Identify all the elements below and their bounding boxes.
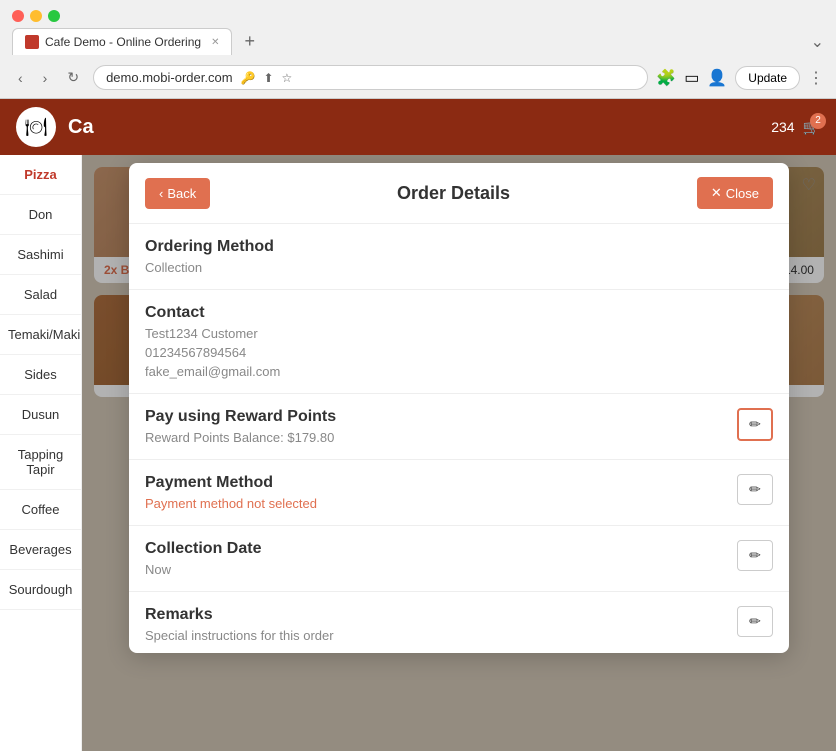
contact-email: fake_email@gmail.com [145, 364, 773, 379]
sidebar-item-pizza[interactable]: Pizza [0, 155, 81, 195]
main-area: Pizza Don Sashimi Salad Temaki/Maki Side… [0, 155, 836, 751]
url-text: demo.mobi-order.com [106, 70, 232, 85]
contact-label: Contact [145, 304, 773, 322]
sidebar-item-beverages[interactable]: Beverages [0, 530, 81, 570]
sidebar-item-tapping-tapir[interactable]: Tapping Tapir [0, 435, 81, 490]
new-tab-button[interactable]: + [238, 31, 261, 52]
header-logo: 🍽 [16, 107, 56, 147]
collection-date-left: Collection Date Now [145, 540, 737, 577]
app: 🍽 Ca 234 🛒 2 Pizza Don Sashimi Salad [0, 99, 836, 751]
minimize-window-button[interactable] [30, 10, 42, 22]
sidebar-icon: ▭ [684, 68, 699, 88]
browser-menu-button[interactable]: ⋮ [808, 68, 824, 88]
payment-method-left: Payment Method Payment method not select… [145, 474, 737, 511]
content-area: 2x Beef Pepperoni $14.00 Chicken Ham $14… [82, 155, 836, 751]
url-icons: 🔑 ⬆ ☆ [241, 71, 293, 85]
order-details-modal: ‹ Back Order Details ✕ Close [129, 163, 789, 653]
bookmark-icon: ☆ [282, 71, 293, 85]
tab-favicon [25, 35, 39, 49]
reward-points-label: Pay using Reward Points [145, 408, 737, 426]
remarks-edit-button[interactable]: ✏ [737, 606, 773, 637]
cart-badge: 2 [810, 113, 826, 129]
tab-menu-button[interactable]: ⌄ [811, 32, 824, 52]
contact-name: Test1234 Customer [145, 326, 773, 341]
remarks-row: Remarks Special instructions for this or… [129, 592, 789, 653]
ordering-method-label: Ordering Method [145, 238, 773, 256]
modal-overlay: ‹ Back Order Details ✕ Close [82, 155, 836, 751]
payment-method-edit-button[interactable]: ✏ [737, 474, 773, 505]
sidebar-item-don[interactable]: Don [0, 195, 81, 235]
modal-header: ‹ Back Order Details ✕ Close [129, 163, 789, 224]
cart-icon-wrap[interactable]: 🛒 2 [803, 119, 820, 136]
tab-close-button[interactable]: ✕ [211, 37, 219, 48]
back-button[interactable]: ‹ Back [145, 178, 210, 209]
payment-method-label: Payment Method [145, 474, 737, 492]
share-icon: ⬆ [263, 71, 273, 85]
address-bar: ‹ › ↻ demo.mobi-order.com 🔑 ⬆ ☆ 🧩 ▭ 👤 Up… [0, 61, 836, 98]
extensions-icon: 🧩 [656, 68, 676, 88]
logo-image: 🍽 [25, 117, 48, 138]
header-right: 234 🛒 2 [771, 119, 820, 136]
payment-method-row: Payment Method Payment method not select… [129, 460, 789, 526]
remarks-placeholder: Special instructions for this order [145, 628, 737, 643]
modal-body: Ordering Method Collection Contact Test1… [129, 224, 789, 653]
sidebar-item-temaki[interactable]: Temaki/Maki [0, 315, 81, 355]
ordering-method-row: Ordering Method Collection [129, 224, 789, 290]
contact-phone: 01234567894564 [145, 345, 773, 360]
sidebar-item-sashimi[interactable]: Sashimi [0, 235, 81, 275]
traffic-lights [0, 0, 836, 28]
sidebar: Pizza Don Sashimi Salad Temaki/Maki Side… [0, 155, 82, 751]
tab-title: Cafe Demo - Online Ordering [45, 35, 201, 49]
update-button[interactable]: Update [735, 66, 800, 90]
payment-method-value: Payment method not selected [145, 496, 737, 511]
forward-nav-button[interactable]: › [37, 68, 54, 88]
back-nav-button[interactable]: ‹ [12, 68, 29, 88]
close-window-button[interactable] [12, 10, 24, 22]
collection-date-edit-button[interactable]: ✏ [737, 540, 773, 571]
sidebar-item-sides[interactable]: Sides [0, 355, 81, 395]
edit-pencil-icon: ✏ [749, 613, 761, 629]
reward-points-edit-button[interactable]: ✏ [737, 408, 773, 441]
sidebar-item-coffee[interactable]: Coffee [0, 490, 81, 530]
url-bar[interactable]: demo.mobi-order.com 🔑 ⬆ ☆ [93, 65, 648, 90]
edit-pencil-icon: ✏ [749, 481, 761, 497]
key-icon: 🔑 [241, 71, 256, 85]
user-id: 234 [771, 119, 794, 135]
maximize-window-button[interactable] [48, 10, 60, 22]
remarks-left: Remarks Special instructions for this or… [145, 606, 737, 643]
reload-button[interactable]: ↻ [61, 67, 85, 88]
active-tab[interactable]: Cafe Demo - Online Ordering ✕ [12, 28, 232, 55]
browser-chrome: Cafe Demo - Online Ordering ✕ + ⌄ ‹ › ↻ … [0, 0, 836, 99]
collection-date-label: Collection Date [145, 540, 737, 558]
contact-left: Contact Test1234 Customer 01234567894564… [145, 304, 773, 379]
header-title: Ca [68, 116, 94, 139]
sidebar-item-salad[interactable]: Salad [0, 275, 81, 315]
profile-icon: 👤 [707, 68, 727, 88]
reward-points-row: Pay using Reward Points Reward Points Ba… [129, 394, 789, 460]
collection-date-row: Collection Date Now ✏ [129, 526, 789, 592]
close-button[interactable]: ✕ Close [697, 177, 773, 209]
edit-pencil-icon: ✏ [749, 416, 761, 432]
ordering-method-value: Collection [145, 260, 773, 275]
sidebar-item-dusun[interactable]: Dusun [0, 395, 81, 435]
browser-actions: 🧩 ▭ 👤 Update ⋮ [656, 66, 824, 90]
reward-points-value: Reward Points Balance: $179.80 [145, 430, 737, 445]
tab-bar: Cafe Demo - Online Ordering ✕ + ⌄ [0, 28, 836, 61]
collection-date-value: Now [145, 562, 737, 577]
contact-row: Contact Test1234 Customer 01234567894564… [129, 290, 789, 394]
ordering-method-left: Ordering Method Collection [145, 238, 773, 275]
back-chevron-icon: ‹ [159, 186, 163, 201]
sidebar-item-sourdough[interactable]: Sourdough [0, 570, 81, 610]
remarks-label: Remarks [145, 606, 737, 624]
modal-title: Order Details [210, 183, 697, 204]
reward-points-left: Pay using Reward Points Reward Points Ba… [145, 408, 737, 445]
edit-pencil-icon: ✏ [749, 547, 761, 563]
app-header: 🍽 Ca 234 🛒 2 [0, 99, 836, 155]
close-x-icon: ✕ [711, 185, 722, 201]
